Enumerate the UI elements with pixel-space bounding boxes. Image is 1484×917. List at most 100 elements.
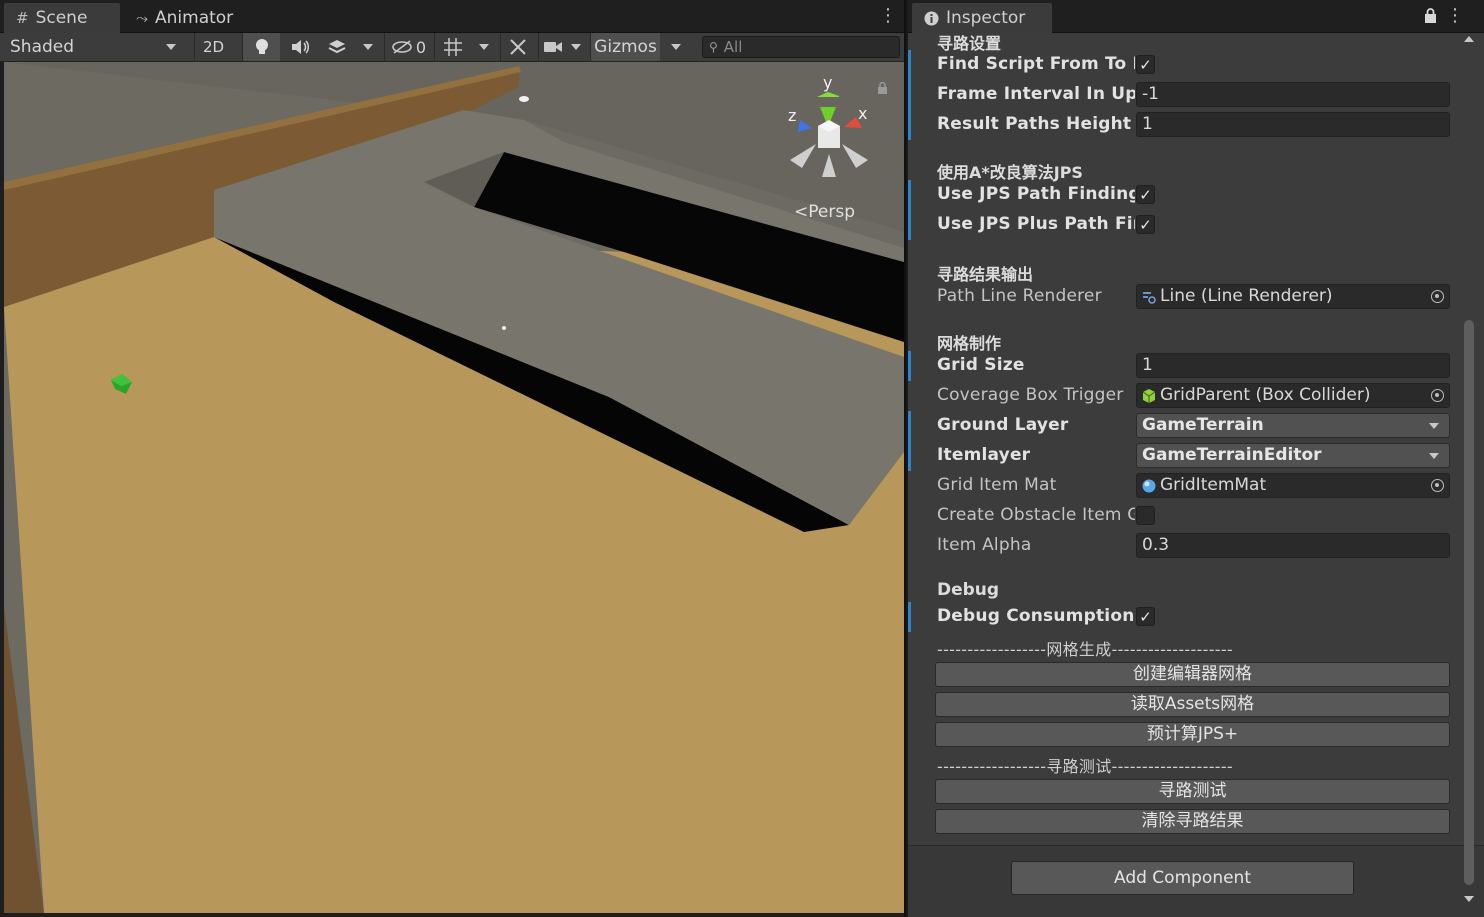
info-icon <box>924 11 939 25</box>
add-component-button[interactable]: Add Component <box>1011 861 1354 895</box>
path-line-renderer-value: Line (Line Renderer) <box>1160 286 1333 306</box>
path-line-renderer-field[interactable]: Line (Line Renderer) <box>1136 284 1450 309</box>
chevron-down-icon <box>571 44 581 50</box>
line-renderer-icon <box>1143 291 1156 304</box>
coverage-box-label: Coverage Box Trigger <box>937 385 1124 405</box>
tab-inspector[interactable]: Inspector <box>912 3 1052 33</box>
ground-layer-dropdown[interactable]: GameTerrain <box>1136 413 1450 438</box>
layers-icon <box>328 40 346 54</box>
chevron-down-icon <box>671 44 681 50</box>
debug-consumption-checkbox[interactable]: ✓ <box>1136 607 1155 626</box>
use-jps-plus-label: Use JPS Plus Path Finding <box>937 214 1135 234</box>
inspector-tabbar: Inspector ⋮ <box>908 0 1484 33</box>
tab-animator[interactable]: ⤳ Animator <box>124 3 245 33</box>
create-editor-grid-button[interactable]: 创建编辑器网格 <box>935 662 1450 687</box>
projection-toggle[interactable]: <Persp <box>794 202 855 222</box>
modified-marker <box>908 602 911 632</box>
grid-size-label: Grid Size <box>937 355 1025 375</box>
chevron-down-icon <box>166 44 176 50</box>
item-alpha-label: Item Alpha <box>937 535 1032 555</box>
scroll-up-icon[interactable] <box>1464 36 1474 42</box>
itemlayer-value: GameTerrainEditor <box>1142 445 1322 465</box>
path-line-renderer-row: Path Line Renderer Line (Line Renderer) <box>908 282 1460 312</box>
gizmos-dropdown[interactable] <box>664 33 688 61</box>
debug-consumption-row: Debug Consumption Time ✓ <box>908 602 1460 632</box>
scene-more-icon[interactable]: ⋮ <box>879 4 897 28</box>
read-assets-grid-button[interactable]: 读取Assets网格 <box>935 692 1450 717</box>
create-obstacle-checkbox[interactable] <box>1136 506 1155 525</box>
audio-toggle[interactable] <box>281 33 319 61</box>
frame-interval-field[interactable]: -1 <box>1136 82 1450 107</box>
coverage-box-field[interactable]: GridParent (Box Collider) <box>1136 383 1450 408</box>
result-height-field[interactable]: 1 <box>1136 112 1450 137</box>
lock-icon[interactable] <box>877 82 888 94</box>
clear-path-result-button[interactable]: 清除寻路结果 <box>935 809 1450 834</box>
result-height-label: Result Paths Height Offset <box>937 114 1135 134</box>
inspector-scrollbar[interactable] <box>1462 40 1476 890</box>
use-jps-label: Use JPS Path Finding <box>937 184 1135 204</box>
camera-dropdown[interactable] <box>566 33 586 61</box>
find-script-label: Find Script From To In <box>937 54 1135 74</box>
mode-2d-label: 2D <box>202 38 225 56</box>
scrollbar-thumb[interactable] <box>1464 320 1474 885</box>
tab-inspector-label: Inspector <box>946 8 1026 28</box>
tab-scene[interactable]: # Scene <box>4 3 120 33</box>
lock-icon[interactable] <box>1424 8 1437 23</box>
ground-layer-value: GameTerrain <box>1142 415 1264 435</box>
shading-mode-dropdown[interactable]: Shaded <box>0 33 188 61</box>
gizmos-label: Gizmos <box>594 37 657 57</box>
grid-snap-toggle[interactable] <box>434 33 470 61</box>
camera-icon <box>543 42 562 52</box>
grid-item-mat-label: Grid Item Mat <box>937 475 1057 495</box>
speaker-icon <box>292 40 309 54</box>
chevron-down-icon <box>363 44 373 50</box>
tab-scene-label: Scene <box>35 8 88 28</box>
scene-render: y x z <box>4 62 904 913</box>
mode-2d-button[interactable]: 2D <box>194 33 232 61</box>
create-obstacle-row: Create Obstacle Item Grid <box>908 501 1460 531</box>
scene-viewport[interactable]: y x z <Persp <box>4 62 904 913</box>
scroll-down-icon[interactable] <box>1464 896 1474 902</box>
modified-marker <box>908 210 911 240</box>
gizmos-toggle[interactable]: Gizmos <box>590 33 660 61</box>
chevron-down-icon <box>479 44 489 50</box>
inspector-more-icon[interactable]: ⋮ <box>1446 4 1464 28</box>
use-jps-plus-checkbox[interactable]: ✓ <box>1136 215 1155 234</box>
inspector-footer: Add Component <box>908 845 1484 917</box>
lighting-toggle[interactable] <box>242 33 280 61</box>
itemlayer-label: Itemlayer <box>937 445 1031 465</box>
section-header-debug: Debug <box>937 580 1000 600</box>
grid-dropdown[interactable] <box>472 33 496 61</box>
gizmo-y-label: y <box>823 73 832 92</box>
coverage-box-row: Coverage Box Trigger GridParent (Box Col… <box>908 381 1460 411</box>
precompute-jps-button[interactable]: 预计算JPS+ <box>935 722 1450 747</box>
use-jps-checkbox[interactable]: ✓ <box>1136 185 1155 204</box>
camera-toggle[interactable] <box>538 33 566 61</box>
tools-toggle[interactable] <box>500 33 534 61</box>
tools-icon <box>509 39 526 55</box>
object-picker-icon[interactable] <box>1431 389 1444 402</box>
material-icon <box>1142 479 1156 492</box>
chevron-left-icon: < <box>794 202 809 222</box>
object-picker-icon[interactable] <box>1431 290 1444 303</box>
debug-consumption-label: Debug Consumption Time <box>937 606 1135 626</box>
frame-interval-row: Frame Interval In Update -1 <box>908 80 1460 110</box>
scene-panel: # Scene ⤳ Animator ⋮ Shaded 2D 0 Gizmos … <box>0 0 906 917</box>
object-picker-icon[interactable] <box>1431 479 1444 492</box>
grid-size-field[interactable]: 1 <box>1136 353 1450 378</box>
scene-search-input[interactable]: ⚲ All <box>702 36 900 58</box>
modified-marker <box>908 180 911 210</box>
effects-dropdown[interactable] <box>356 33 380 61</box>
scene-visibility-toggle[interactable]: 0 <box>384 33 432 61</box>
path-test-button[interactable]: 寻路测试 <box>935 779 1450 804</box>
hidden-eye-icon <box>392 40 412 54</box>
grid-item-mat-row: Grid Item Mat GridItemMat <box>908 471 1460 501</box>
itemlayer-dropdown[interactable]: GameTerrainEditor <box>1136 443 1450 468</box>
effects-toggle[interactable] <box>320 33 354 61</box>
find-script-checkbox[interactable]: ✓ <box>1136 55 1155 74</box>
item-alpha-field[interactable]: 0.3 <box>1136 533 1450 558</box>
grid-item-mat-field[interactable]: GridItemMat <box>1136 473 1450 498</box>
grid-icon <box>443 38 462 56</box>
itemlayer-row: Itemlayer GameTerrainEditor <box>908 441 1460 471</box>
coverage-box-value: GridParent (Box Collider) <box>1160 385 1371 405</box>
